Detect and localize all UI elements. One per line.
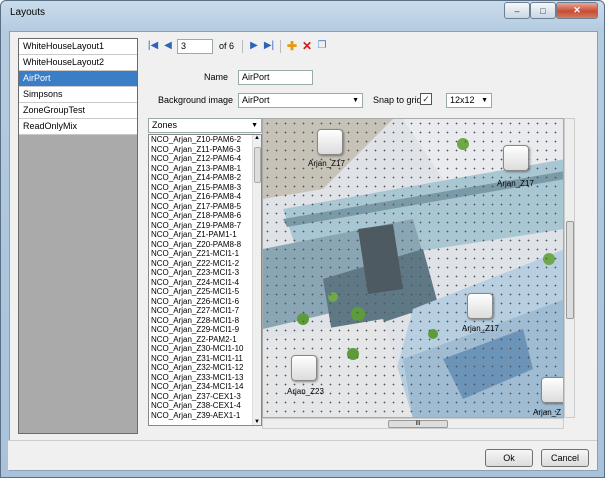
background-image-select[interactable]: AirPort ▼ <box>238 93 363 108</box>
zone-label: Arjan_Z17 <box>497 179 534 188</box>
background-image-value: AirPort <box>242 95 270 105</box>
zone-list-item[interactable]: NCO_Arjan_Z17-PAM8-5 <box>149 202 261 212</box>
zone-list-item[interactable]: NCO_Arjan_Z33-MCI1-13 <box>149 373 261 383</box>
zone-list-item[interactable]: NCO_Arjan_Z16-PAM8-4 <box>149 192 261 202</box>
zone-list-item[interactable]: NCO_Arjan_Z34-MCI1-14 <box>149 382 261 392</box>
minimize-button[interactable]: – <box>504 2 530 19</box>
zone-list-item[interactable]: NCO_Arjan_Z31-MCI1-11 <box>149 354 261 364</box>
page-number-input[interactable]: 3 <box>177 38 213 54</box>
zone-list-item[interactable]: NCO_Arjan_Z11-PAM6-3 <box>149 145 261 155</box>
grid-size-value: 12x12 <box>450 95 475 105</box>
zone-list-item[interactable]: NCO_Arjan_Z19-PAM8-7 <box>149 221 261 231</box>
zone-list-item[interactable]: NCO_Arjan_Z26-MCI1-6 <box>149 297 261 307</box>
zone-tile[interactable] <box>317 129 343 155</box>
zone-tile[interactable] <box>291 355 317 381</box>
record-navigator: |◀ ◀ 3 of 6 ▶ ▶| ✚ ✕ ❐ <box>147 38 328 54</box>
layout-canvas[interactable]: Arjan_Z17 Arjan_Z17 Arjan_Z17 Arjan_Z23 … <box>262 118 564 418</box>
zone-list-item[interactable]: NCO_Arjan_Z1-PAM1-1 <box>149 230 261 240</box>
copy-icon[interactable]: ❐ <box>316 39 328 53</box>
last-record-icon[interactable]: ▶| <box>263 39 275 53</box>
layout-item[interactable]: WhiteHouseLayout1 <box>19 39 137 55</box>
zone-list-item[interactable]: NCO_Arjan_Z18-PAM8-6 <box>149 211 261 221</box>
title-bar[interactable]: Layouts – □ ✕ <box>1 1 604 27</box>
zone-list-item[interactable]: NCO_Arjan_Z15-PAM8-3 <box>149 183 261 193</box>
prev-record-icon[interactable]: ◀ <box>162 39 174 53</box>
ok-button[interactable]: Ok <box>485 449 533 467</box>
zone-list-item[interactable]: NCO_Arjan_Z39-AEX1-1 <box>149 411 261 421</box>
scroll-up-icon[interactable]: ▲ <box>254 135 260 141</box>
chevron-down-icon: ▼ <box>481 97 488 104</box>
chevron-down-icon: ▼ <box>352 97 359 104</box>
zone-tile[interactable] <box>503 145 529 171</box>
zone-list-scrollbar[interactable]: ▲ ▼ <box>252 135 261 425</box>
scroll-thumb[interactable]: III <box>388 420 448 428</box>
scroll-down-icon[interactable]: ▼ <box>254 419 260 425</box>
add-icon[interactable]: ✚ <box>286 39 298 53</box>
zone-label: Arjan_Z17 <box>308 159 345 168</box>
grid-size-select[interactable]: 12x12 ▼ <box>446 93 492 108</box>
zone-label: Arjan_Z23 <box>287 387 324 396</box>
zone-list-item[interactable]: NCO_Arjan_Z2-PAM2-1 <box>149 335 261 345</box>
zone-list-item[interactable]: NCO_Arjan_Z22-MCI1-2 <box>149 259 261 269</box>
layout-list[interactable]: WhiteHouseLayout1 WhiteHouseLayout2 AirP… <box>18 38 138 434</box>
canvas-horizontal-scrollbar[interactable]: III <box>262 418 564 429</box>
zone-list-item[interactable]: NCO_Arjan_Z12-PAM6-4 <box>149 154 261 164</box>
layout-item[interactable]: ReadOnlyMix <box>19 119 137 135</box>
zone-list-item[interactable]: NCO_Arjan_Z30-MCI1-10 <box>149 344 261 354</box>
name-label: Name <box>204 72 229 82</box>
zone-label: Arjan_Z17 <box>462 324 499 333</box>
zone-label: Arjan_Z <box>533 408 562 417</box>
zone-list-item[interactable]: NCO_Arjan_Z13-PAM8-1 <box>149 164 261 174</box>
close-button[interactable]: ✕ <box>556 2 598 19</box>
zone-list-item[interactable]: NCO_Arjan_Z24-MCI1-4 <box>149 278 261 288</box>
page-count-label: of 6 <box>219 41 235 51</box>
zone-tile[interactable] <box>467 293 493 319</box>
next-record-icon[interactable]: ▶ <box>248 39 260 53</box>
scroll-thumb[interactable] <box>254 147 261 183</box>
zone-list-item[interactable]: NCO_Arjan_Z23-MCI1-3 <box>149 268 261 278</box>
zone-list-item[interactable]: NCO_Arjan_Z21-MCI1-1 <box>149 249 261 259</box>
zone-list-item[interactable]: NCO_Arjan_Z14-PAM8-2 <box>149 173 261 183</box>
zone-list[interactable]: NCO_Arjan_Z10-PAM6-2 NCO_Arjan_Z11-PAM6-3… <box>148 134 262 426</box>
canvas-vertical-scrollbar[interactable] <box>564 118 575 418</box>
scroll-thumb[interactable] <box>566 221 574 319</box>
maximize-button[interactable]: □ <box>530 2 556 19</box>
zone-list-item[interactable]: NCO_Arjan_Z37-CEX1-3 <box>149 392 261 402</box>
layout-item[interactable]: ZoneGroupTest <box>19 103 137 119</box>
zone-list-item[interactable]: NCO_Arjan_Z10-PAM6-2 <box>149 135 261 145</box>
first-record-icon[interactable]: |◀ <box>147 39 159 53</box>
separator <box>280 39 282 53</box>
window-title: Layouts <box>10 7 46 18</box>
snap-to-grid-checkbox[interactable]: ✓ <box>420 93 432 105</box>
zone-list-item[interactable]: NCO_Arjan_Z38-CEX1-4 <box>149 401 261 411</box>
zone-list-item[interactable]: NCO_Arjan_Z28-MCI1-8 <box>149 316 261 326</box>
delete-icon[interactable]: ✕ <box>301 39 313 53</box>
zone-list-item[interactable]: NCO_Arjan_Z29-MCI1-9 <box>149 325 261 335</box>
zone-list-item[interactable]: NCO_Arjan_Z25-MCI1-5 <box>149 287 261 297</box>
chevron-down-icon: ▼ <box>251 122 258 129</box>
zone-tile[interactable] <box>541 377 563 403</box>
layout-item-selected[interactable]: AirPort <box>19 71 137 87</box>
zone-list-item[interactable]: NCO_Arjan_Z32-MCI1-12 <box>149 363 261 373</box>
zones-value: Zones <box>152 120 178 130</box>
zone-list-item[interactable]: NCO_Arjan_Z27-MCI1-7 <box>149 306 261 316</box>
layout-item[interactable]: Simpsons <box>19 87 137 103</box>
background-image-label: Background image <box>158 95 234 105</box>
name-field[interactable]: AirPort <box>238 70 313 85</box>
zones-select[interactable]: Zones ▼ <box>148 118 262 133</box>
snap-to-grid-label: Snap to grid <box>373 95 422 105</box>
zone-list-item[interactable]: NCO_Arjan_Z20-PAM8-8 <box>149 240 261 250</box>
cancel-button[interactable]: Cancel <box>541 449 589 467</box>
separator <box>242 39 244 53</box>
layout-item[interactable]: WhiteHouseLayout2 <box>19 55 137 71</box>
